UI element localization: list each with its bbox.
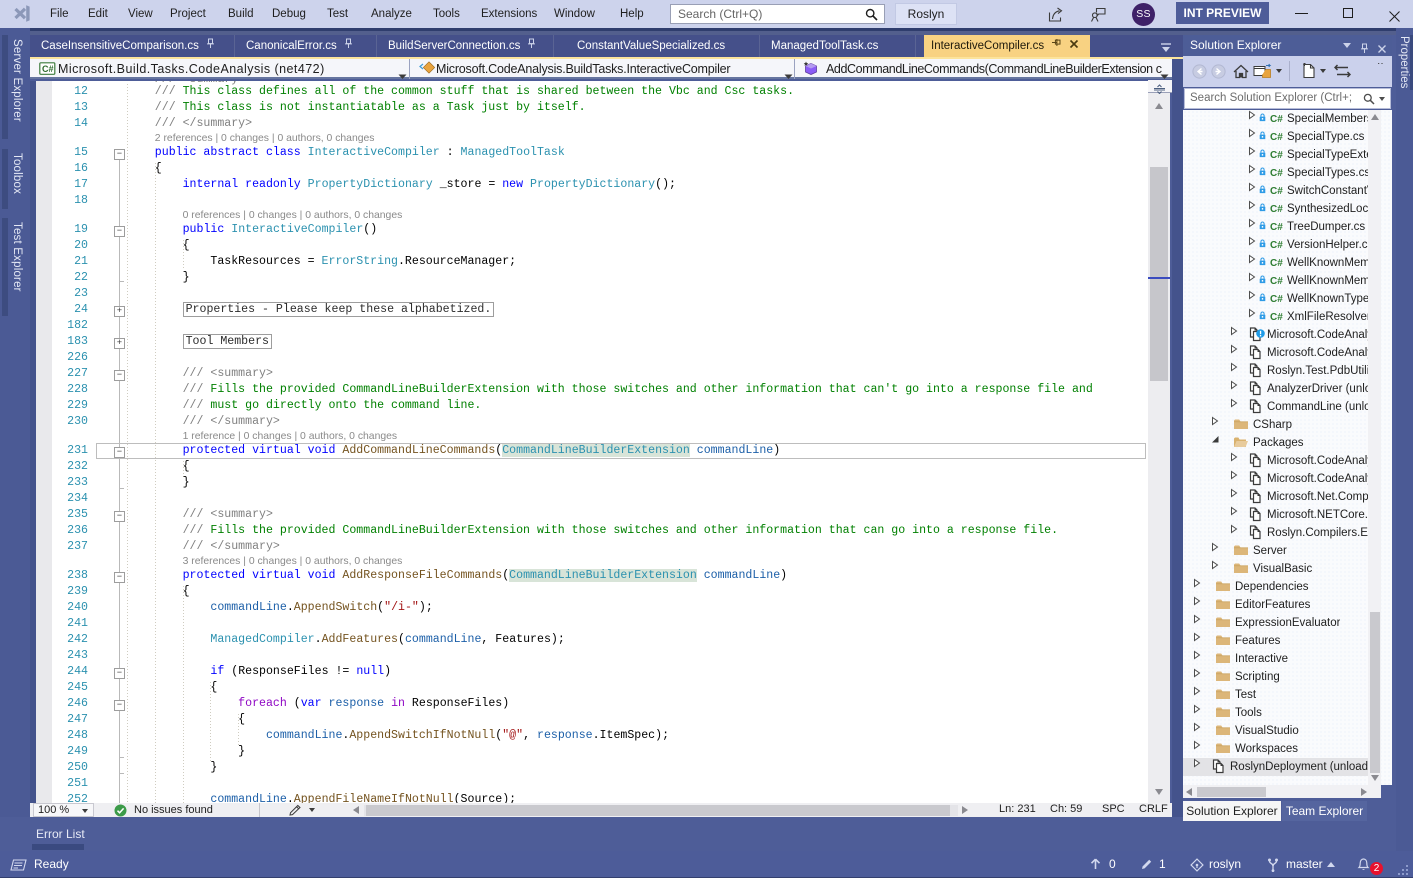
svg-text:C#: C# [1270, 168, 1283, 179]
svg-text:C#: C# [1270, 204, 1283, 215]
svg-text:C#: C# [1270, 258, 1283, 269]
svg-text:C#: C# [1270, 132, 1283, 143]
svg-text:C#: C# [1270, 276, 1283, 287]
svg-text:C#: C# [1270, 294, 1283, 305]
svg-text:C#: C# [1270, 114, 1283, 125]
svg-text:C#: C# [1270, 240, 1283, 251]
svg-text:C#: C# [1270, 186, 1283, 197]
svg-text:C#: C# [1270, 312, 1283, 323]
svg-text:C#: C# [42, 64, 54, 74]
svg-text:C#: C# [1270, 222, 1283, 233]
svg-text:C#: C# [1270, 150, 1283, 161]
